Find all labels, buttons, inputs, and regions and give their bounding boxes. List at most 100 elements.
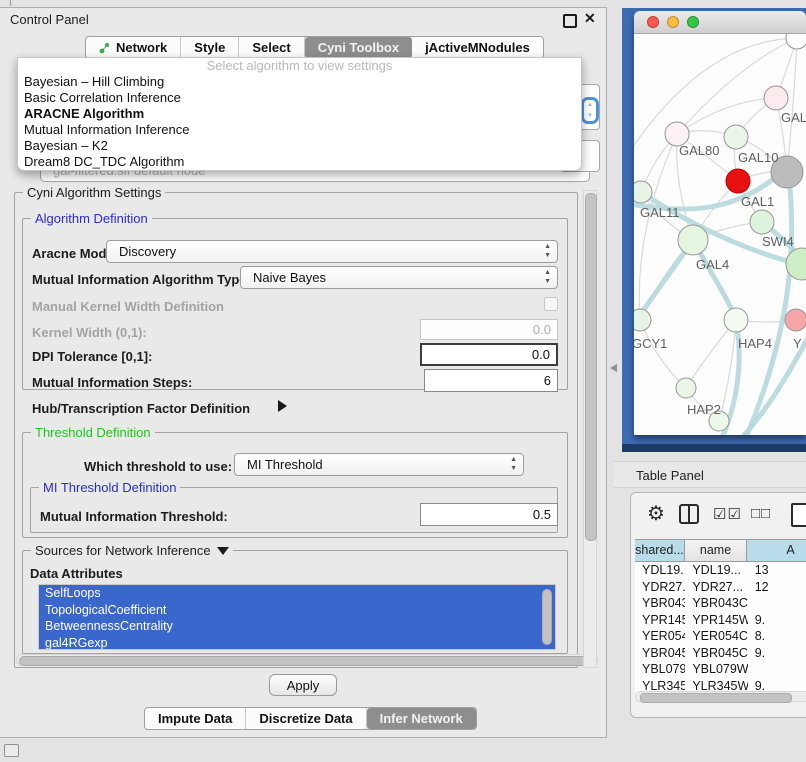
table-cell: 12	[748, 579, 806, 596]
network-node[interactable]	[786, 34, 806, 49]
manual-kernel-checkbox[interactable]	[544, 297, 558, 311]
combo-spinner-button[interactable]	[581, 97, 599, 124]
network-node-y[interactable]	[785, 309, 806, 331]
attribute-item-selfloops[interactable]: SelfLoops	[39, 585, 555, 602]
column-header-shared[interactable]: shared...	[635, 540, 685, 561]
table-toolbar: ⚙ ☑☑ □□	[631, 493, 806, 539]
network-node-gal11[interactable]	[634, 181, 652, 203]
dpi-tolerance-field[interactable]: 0.0	[420, 343, 558, 366]
attribute-item-gal4rgexp[interactable]: gal4RGexp	[39, 635, 555, 651]
mi-type-combo[interactable]: Naive Bayes ▲▼	[240, 266, 558, 289]
network-node-hap2[interactable]	[676, 378, 696, 398]
algorithm-definition-legend: Algorithm Definition	[31, 211, 152, 226]
aracne-mode-combo[interactable]: Discovery ▲▼	[106, 240, 558, 263]
attributes-list-scrollbar[interactable]	[542, 589, 552, 645]
table-cell: YBR045C	[635, 645, 685, 662]
split-panel-icon[interactable]	[679, 504, 699, 524]
table-cell: YPR145W	[685, 612, 747, 629]
kernel-width-label: Kernel Width (0,1):	[32, 325, 147, 340]
zoom-traffic-light[interactable]	[687, 16, 699, 28]
dropdown-item-bayesian-k2[interactable]: Bayesian – K2	[18, 138, 581, 154]
mi-threshold-field[interactable]: 0.5	[420, 503, 558, 526]
table-cell: YDL19...	[635, 562, 685, 579]
table-row[interactable]: YBL079WYBL079W	[635, 661, 806, 678]
tab-cyni-toolbox[interactable]: Cyni Toolbox	[305, 37, 412, 58]
tab-label: jActiveMNodules	[425, 40, 530, 55]
settings-vscrollbar-track[interactable]	[583, 190, 597, 668]
table-row[interactable]: YDL19...YDL19...13	[635, 562, 806, 579]
minimized-panel-icon[interactable]	[4, 744, 19, 757]
select-all-checks-icon[interactable]: ☑☑	[713, 505, 742, 523]
close-traffic-light[interactable]	[647, 16, 659, 28]
tab-infer-network[interactable]: Infer Network	[367, 708, 476, 729]
tab-jactivemnodules[interactable]: jActiveMNodules	[412, 37, 543, 58]
tab-network[interactable]: Network	[86, 37, 181, 58]
dropdown-item-bayesian-hill-climbing[interactable]: Bayesian – Hill Climbing	[18, 74, 581, 90]
combo-arrows-icon: ▲▼	[544, 242, 551, 260]
network-node-gal10[interactable]	[724, 125, 748, 149]
new-table-icon[interactable]	[791, 503, 806, 527]
network-node-gal[interactable]	[764, 86, 788, 110]
network-node-gcy1[interactable]	[634, 309, 651, 331]
dropdown-item-dream8-dc-tdc-algorithm[interactable]: Dream8 DC_TDC Algorithm	[18, 154, 581, 170]
tab-style[interactable]: Style	[181, 37, 239, 58]
column-header-name[interactable]: name	[685, 540, 747, 561]
table-cell: 13	[748, 562, 806, 579]
table-cell: YBR043C	[685, 595, 747, 612]
attribute-item-topologicalcoefficient[interactable]: TopologicalCoefficient	[39, 602, 555, 619]
table-row[interactable]: YBR045CYBR045C9.	[635, 645, 806, 662]
dropdown-item-basic-correlation-inference[interactable]: Basic Correlation Inference	[18, 90, 581, 106]
network-view-frame: GALGAL80GAL10GAL11GAL1GAL4SWI4GCY1HAP4YH…	[622, 8, 806, 452]
which-threshold-combo[interactable]: MI Threshold ▲▼	[234, 453, 524, 476]
table-cell: YER054C	[635, 628, 685, 645]
node-label-swi4: SWI4	[762, 234, 794, 249]
table-panel-body: ⚙ ☑☑ □□ shared...nameA YDL19...YDL19...1…	[630, 492, 806, 718]
hub-definition-toggle[interactable]: Hub/Transcription Factor Definition	[32, 401, 250, 416]
settings-hscrollbar-track[interactable]	[16, 654, 598, 666]
table-row[interactable]: YBR043CYBR043C	[635, 595, 806, 612]
panel-collapse-arrow[interactable]	[610, 364, 617, 372]
table-cell: YDR27...	[635, 579, 685, 596]
network-window-titlebar[interactable]	[634, 11, 806, 34]
mi-steps-label: Mutual Information Steps:	[32, 375, 192, 390]
table-row[interactable]: YER054CYER054C8.	[635, 628, 806, 645]
table-cell: YER054C	[685, 628, 747, 645]
tab-label: Cyni Toolbox	[318, 40, 399, 55]
sources-legend[interactable]: Sources for Network Inference	[31, 543, 233, 558]
table-hscrollbar-thumb[interactable]	[640, 693, 792, 703]
tab-label: Style	[194, 40, 225, 55]
network-canvas[interactable]: GALGAL80GAL10GAL11GAL1GAL4SWI4GCY1HAP4YH…	[634, 34, 806, 435]
table-hscrollbar[interactable]	[635, 691, 806, 702]
table-row[interactable]: YPR145WYPR145W9.	[635, 612, 806, 629]
tab-select[interactable]: Select	[239, 37, 304, 58]
attribute-item-betweennesscentrality[interactable]: BetweennessCentrality	[39, 618, 555, 635]
dropdown-item-mutual-information-inference[interactable]: Mutual Information Inference	[18, 122, 581, 138]
float-panel-icon[interactable]	[563, 14, 577, 28]
tab-label: Network	[116, 40, 167, 55]
network-node-gal1[interactable]	[750, 210, 774, 234]
network-node[interactable]	[726, 169, 750, 193]
tab-discretize-data[interactable]: Discretize Data	[246, 708, 366, 729]
data-attributes-list[interactable]: SelfLoopsTopologicalCoefficientBetweenne…	[38, 584, 556, 650]
settings-vscrollbar-thumb[interactable]	[585, 193, 597, 541]
minimize-traffic-light[interactable]	[667, 16, 679, 28]
settings-hscrollbar-thumb[interactable]	[19, 656, 597, 666]
close-panel-icon[interactable]: ✕	[584, 10, 596, 27]
apply-button[interactable]: Apply	[269, 674, 337, 696]
column-header-a[interactable]: A	[747, 540, 806, 561]
data-attributes-label: Data Attributes	[30, 566, 123, 581]
network-edge[interactable]	[677, 98, 776, 134]
network-node-hap4[interactable]	[724, 308, 748, 332]
tab-impute-data[interactable]: Impute Data	[145, 708, 246, 729]
network-edge[interactable]	[787, 38, 797, 172]
collapsed-arrow-icon[interactable]	[278, 400, 287, 412]
network-edge[interactable]	[640, 320, 686, 388]
network-node-gal4[interactable]	[678, 225, 708, 255]
mi-steps-field[interactable]: 6	[424, 369, 558, 392]
gear-icon[interactable]: ⚙	[647, 501, 665, 526]
table-row[interactable]: YDR27...YDR27...12	[635, 579, 806, 596]
dropdown-item-aracne-algorithm[interactable]: ARACNE Algorithm	[18, 106, 581, 122]
kernel-width-field[interactable]: 0.0	[420, 319, 558, 340]
dropdown-placeholder: Select algorithm to view settings	[18, 58, 581, 74]
deselect-all-icon[interactable]: □□	[751, 505, 771, 522]
